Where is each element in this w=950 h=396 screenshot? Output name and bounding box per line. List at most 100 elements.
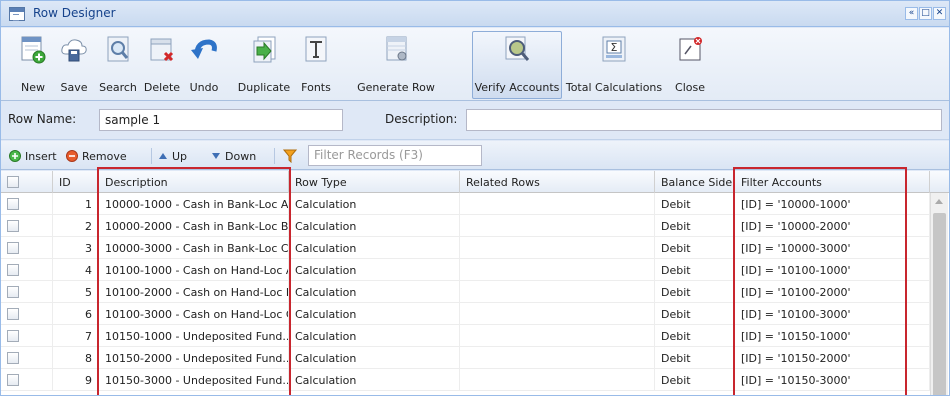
save-button[interactable]: Save — [53, 32, 95, 98]
row-id[interactable]: 6 — [53, 303, 99, 325]
verify-accounts-button[interactable]: Verify Accounts — [472, 31, 562, 99]
row-description[interactable]: 10100-3000 - Cash on Hand-Loc C — [99, 303, 289, 325]
table-row[interactable]: 2 10000-2000 - Cash in Bank-Loc B Calculat… — [1, 215, 931, 237]
row-id[interactable]: 5 — [53, 281, 99, 303]
row-balance-side[interactable]: Debit — [655, 325, 735, 347]
row-filter-accounts[interactable]: [ID] = '10100-2000' — [735, 281, 930, 303]
row-related-rows[interactable] — [460, 193, 655, 215]
insert-button[interactable]: Insert — [9, 147, 57, 165]
row-checkbox[interactable] — [7, 308, 19, 320]
row-related-rows[interactable] — [460, 325, 655, 347]
close-button[interactable]: Close — [670, 32, 710, 98]
row-type[interactable]: Calculation — [289, 303, 460, 325]
delete-button[interactable]: Delete — [141, 32, 183, 98]
row-filter-accounts[interactable]: [ID] = '10000-1000' — [735, 193, 930, 215]
total-calculations-button[interactable]: Σ Total Calculations — [564, 32, 664, 98]
fonts-button[interactable]: Fonts — [296, 32, 336, 98]
row-related-rows[interactable] — [460, 259, 655, 281]
column-header-filter-accounts[interactable]: Filter Accounts — [735, 171, 930, 193]
collapse-button[interactable]: « — [905, 7, 918, 20]
row-filter-accounts[interactable]: [ID] = '10150-3000' — [735, 369, 930, 391]
row-balance-side[interactable]: Debit — [655, 347, 735, 369]
row-description[interactable]: 10000-2000 - Cash in Bank-Loc B — [99, 215, 289, 237]
table-row[interactable]: 6 10100-3000 - Cash on Hand-Loc C Calculat… — [1, 303, 931, 325]
row-balance-side[interactable]: Debit — [655, 237, 735, 259]
table-row[interactable]: 5 10100-2000 - Cash on Hand-Loc B Calculat… — [1, 281, 931, 303]
row-balance-side[interactable]: Debit — [655, 281, 735, 303]
generate-row-button[interactable]: Generate Row — [356, 32, 436, 98]
select-all-checkbox[interactable] — [7, 176, 19, 188]
row-type[interactable]: Calculation — [289, 259, 460, 281]
table-row[interactable]: 3 10000-3000 - Cash in Bank-Loc C Calculat… — [1, 237, 931, 259]
column-header-id[interactable]: ID — [53, 171, 99, 193]
row-balance-side[interactable]: Debit — [655, 215, 735, 237]
row-type[interactable]: Calculation — [289, 237, 460, 259]
table-row[interactable]: 4 10100-1000 - Cash on Hand-Loc A Calculat… — [1, 259, 931, 281]
row-checkbox[interactable] — [7, 242, 19, 254]
undo-button[interactable]: Undo — [183, 32, 225, 98]
column-header-description[interactable]: Description — [99, 171, 289, 193]
scroll-up-icon[interactable] — [935, 199, 943, 204]
row-description[interactable]: 10150-3000 - Undeposited Fund... — [99, 369, 289, 391]
row-related-rows[interactable] — [460, 215, 655, 237]
row-name-input[interactable]: sample 1 — [99, 109, 343, 131]
row-checkbox[interactable] — [7, 374, 19, 386]
row-filter-accounts[interactable]: [ID] = '10150-1000' — [735, 325, 930, 347]
row-checkbox[interactable] — [7, 286, 19, 298]
row-checkbox[interactable] — [7, 352, 19, 364]
row-type[interactable]: Calculation — [289, 347, 460, 369]
row-filter-accounts[interactable]: [ID] = '10100-1000' — [735, 259, 930, 281]
filter-records-input[interactable]: Filter Records (F3) — [308, 145, 482, 166]
description-input[interactable] — [466, 109, 942, 131]
row-description[interactable]: 10000-1000 - Cash in Bank-Loc A — [99, 193, 289, 215]
row-id[interactable]: 3 — [53, 237, 99, 259]
row-id[interactable]: 2 — [53, 215, 99, 237]
row-id[interactable]: 4 — [53, 259, 99, 281]
row-balance-side[interactable]: Debit — [655, 193, 735, 215]
row-balance-side[interactable]: Debit — [655, 303, 735, 325]
row-id[interactable]: 1 — [53, 193, 99, 215]
row-checkbox[interactable] — [7, 264, 19, 276]
row-type[interactable]: Calculation — [289, 369, 460, 391]
row-type[interactable]: Calculation — [289, 281, 460, 303]
row-id[interactable]: 9 — [53, 369, 99, 391]
column-header-balance-side[interactable]: Balance Side — [655, 171, 735, 193]
row-related-rows[interactable] — [460, 369, 655, 391]
row-balance-side[interactable]: Debit — [655, 259, 735, 281]
row-filter-accounts[interactable]: [ID] = '10000-3000' — [735, 237, 930, 259]
row-checkbox[interactable] — [7, 330, 19, 342]
row-filter-accounts[interactable]: [ID] = '10150-2000' — [735, 347, 930, 369]
row-checkbox[interactable] — [7, 198, 19, 210]
row-type[interactable]: Calculation — [289, 193, 460, 215]
row-related-rows[interactable] — [460, 347, 655, 369]
scrollbar-thumb[interactable] — [933, 213, 946, 395]
row-description[interactable]: 10150-1000 - Undeposited Fund... — [99, 325, 289, 347]
row-related-rows[interactable] — [460, 237, 655, 259]
filter-button[interactable] — [283, 147, 297, 165]
table-row[interactable]: 1 10000-1000 - Cash in Bank-Loc A Calculat… — [1, 193, 931, 215]
vertical-scrollbar[interactable] — [930, 193, 948, 395]
table-row[interactable]: 7 10150-1000 - Undeposited Fund... Calcula… — [1, 325, 931, 347]
row-filter-accounts[interactable]: [ID] = '10000-2000' — [735, 215, 930, 237]
column-header-row-type[interactable]: Row Type — [289, 171, 460, 193]
row-description[interactable]: 10000-3000 - Cash in Bank-Loc C — [99, 237, 289, 259]
row-related-rows[interactable] — [460, 281, 655, 303]
row-id[interactable]: 8 — [53, 347, 99, 369]
duplicate-button[interactable]: Duplicate — [233, 32, 295, 98]
maximize-button[interactable]: □ — [919, 7, 932, 20]
row-type[interactable]: Calculation — [289, 325, 460, 347]
row-description[interactable]: 10100-1000 - Cash on Hand-Loc A — [99, 259, 289, 281]
row-balance-side[interactable]: Debit — [655, 369, 735, 391]
close-window-button[interactable]: ✕ — [933, 7, 946, 20]
remove-button[interactable]: Remove — [66, 147, 127, 165]
row-checkbox[interactable] — [7, 220, 19, 232]
table-row[interactable]: 9 10150-3000 - Undeposited Fund... Calcula… — [1, 369, 931, 391]
move-down-button[interactable]: Down — [211, 147, 256, 165]
search-button[interactable]: Search — [95, 32, 141, 98]
row-type[interactable]: Calculation — [289, 215, 460, 237]
column-header-related-rows[interactable]: Related Rows — [460, 171, 655, 193]
row-description[interactable]: 10150-2000 - Undeposited Fund... — [99, 347, 289, 369]
new-button[interactable]: New — [13, 32, 53, 98]
move-up-button[interactable]: Up — [158, 147, 187, 165]
row-id[interactable]: 7 — [53, 325, 99, 347]
